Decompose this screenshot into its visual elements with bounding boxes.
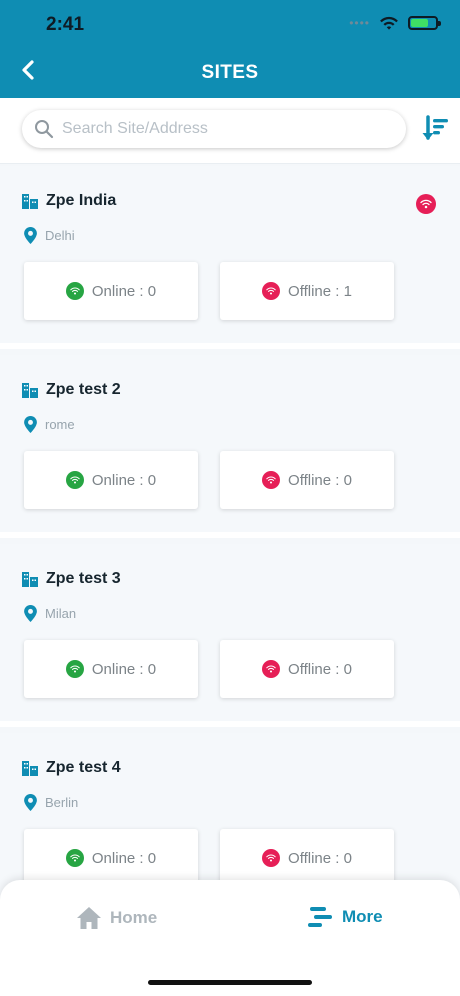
site-name: Zpe test 2 bbox=[46, 381, 121, 398]
search-input[interactable] bbox=[62, 120, 382, 138]
search-box[interactable] bbox=[22, 110, 406, 148]
nav-home[interactable]: Home bbox=[76, 906, 157, 930]
building-icon bbox=[22, 761, 38, 776]
wifi-icon bbox=[266, 287, 276, 295]
online-count: Online : 0 bbox=[91, 282, 157, 300]
offline-status-icon bbox=[262, 471, 281, 489]
site-location: Milan bbox=[45, 606, 77, 621]
building-icon bbox=[22, 383, 38, 398]
site-location-row: Delhi bbox=[24, 227, 75, 244]
offline-count: Offline : 1 bbox=[288, 282, 352, 300]
site-name-row: Zpe test 3 bbox=[22, 570, 121, 588]
sort-button[interactable] bbox=[420, 114, 450, 144]
home-indicator bbox=[148, 980, 312, 985]
building-icon bbox=[22, 194, 38, 209]
site-name: Zpe test 4 bbox=[46, 759, 121, 776]
offline-count-box[interactable]: Offline : 0 bbox=[220, 829, 394, 887]
wifi-status-icon bbox=[380, 16, 398, 30]
offline-status-icon bbox=[262, 282, 281, 300]
offline-status-icon bbox=[262, 660, 281, 678]
online-status-icon bbox=[65, 282, 84, 300]
online-count-box[interactable]: Online : 0 bbox=[24, 829, 198, 887]
sort-icon bbox=[422, 115, 448, 140]
site-name-row: Zpe test 4 bbox=[22, 759, 121, 777]
offline-count: Offline : 0 bbox=[288, 660, 352, 678]
location-pin-icon bbox=[24, 227, 37, 244]
building-icon bbox=[22, 572, 38, 587]
home-icon bbox=[77, 907, 101, 929]
site-location-row: rome bbox=[24, 416, 75, 433]
offline-count-box[interactable]: Offline : 0 bbox=[220, 640, 394, 698]
page-title: SITES bbox=[201, 62, 259, 83]
cellular-signal-icon: •••• bbox=[349, 16, 370, 30]
app-header: 2:41 •••• SITES bbox=[0, 0, 460, 98]
site-card[interactable]: Zpe test 2 rome Online : 0 Offline: 0 bbox=[0, 355, 460, 538]
search-bar bbox=[0, 98, 460, 164]
wifi-icon bbox=[266, 854, 276, 862]
location-pin-icon bbox=[24, 794, 37, 811]
site-location: rome bbox=[45, 417, 75, 432]
online-status-icon bbox=[65, 849, 84, 867]
search-icon bbox=[35, 120, 54, 139]
online-count-box[interactable]: Online : 0 bbox=[24, 451, 198, 509]
site-name-row: Zpe test 2 bbox=[22, 381, 121, 399]
wifi-icon bbox=[70, 476, 80, 484]
offline-count: Offline : 0 bbox=[288, 471, 352, 489]
bottom-navigation: Home More bbox=[0, 880, 460, 996]
offline-wifi-badge bbox=[416, 194, 436, 214]
online-status-icon bbox=[65, 660, 84, 678]
status-time: 2:41 bbox=[46, 14, 85, 35]
offline-count: Offline : 0 bbox=[288, 849, 352, 867]
site-card[interactable]: Zpe India Delhi Online: 0 Offline: 1 bbox=[0, 166, 460, 349]
wifi-icon bbox=[266, 665, 276, 673]
offline-count-box[interactable]: Offline : 1 bbox=[220, 262, 394, 320]
battery-icon bbox=[408, 16, 441, 30]
online-count: Online : 0 bbox=[91, 660, 157, 678]
offline-status-icon bbox=[262, 849, 281, 867]
site-card[interactable]: Zpe test 3 Milan Online : 0 Offline: 0 bbox=[0, 544, 460, 727]
online-count-box[interactable]: Online : 0 bbox=[24, 262, 198, 320]
online-count-box[interactable]: Online : 0 bbox=[24, 640, 198, 698]
menu-icon bbox=[308, 907, 332, 927]
status-icons: •••• bbox=[349, 15, 441, 31]
online-count: Online : 0 bbox=[91, 471, 157, 489]
site-location: Delhi bbox=[45, 228, 75, 243]
nav-more-label: More bbox=[342, 907, 383, 926]
site-name-row: Zpe India bbox=[22, 192, 116, 210]
site-name: Zpe test 3 bbox=[46, 570, 121, 587]
wifi-icon bbox=[420, 199, 432, 209]
wifi-icon bbox=[70, 665, 80, 673]
location-pin-icon bbox=[24, 605, 37, 622]
online-count: Online : 0 bbox=[91, 849, 157, 867]
nav-more[interactable]: More bbox=[308, 906, 383, 928]
wifi-icon bbox=[70, 287, 80, 295]
wifi-icon bbox=[266, 476, 276, 484]
offline-count-box[interactable]: Offline : 0 bbox=[220, 451, 394, 509]
wifi-icon bbox=[70, 854, 80, 862]
site-location: Berlin bbox=[45, 795, 79, 810]
site-location-row: Milan bbox=[24, 605, 76, 622]
online-status-icon bbox=[65, 471, 84, 489]
nav-home-label: Home bbox=[110, 908, 158, 927]
location-pin-icon bbox=[24, 416, 37, 433]
site-name: Zpe India bbox=[46, 192, 117, 209]
site-location-row: Berlin bbox=[24, 794, 78, 811]
